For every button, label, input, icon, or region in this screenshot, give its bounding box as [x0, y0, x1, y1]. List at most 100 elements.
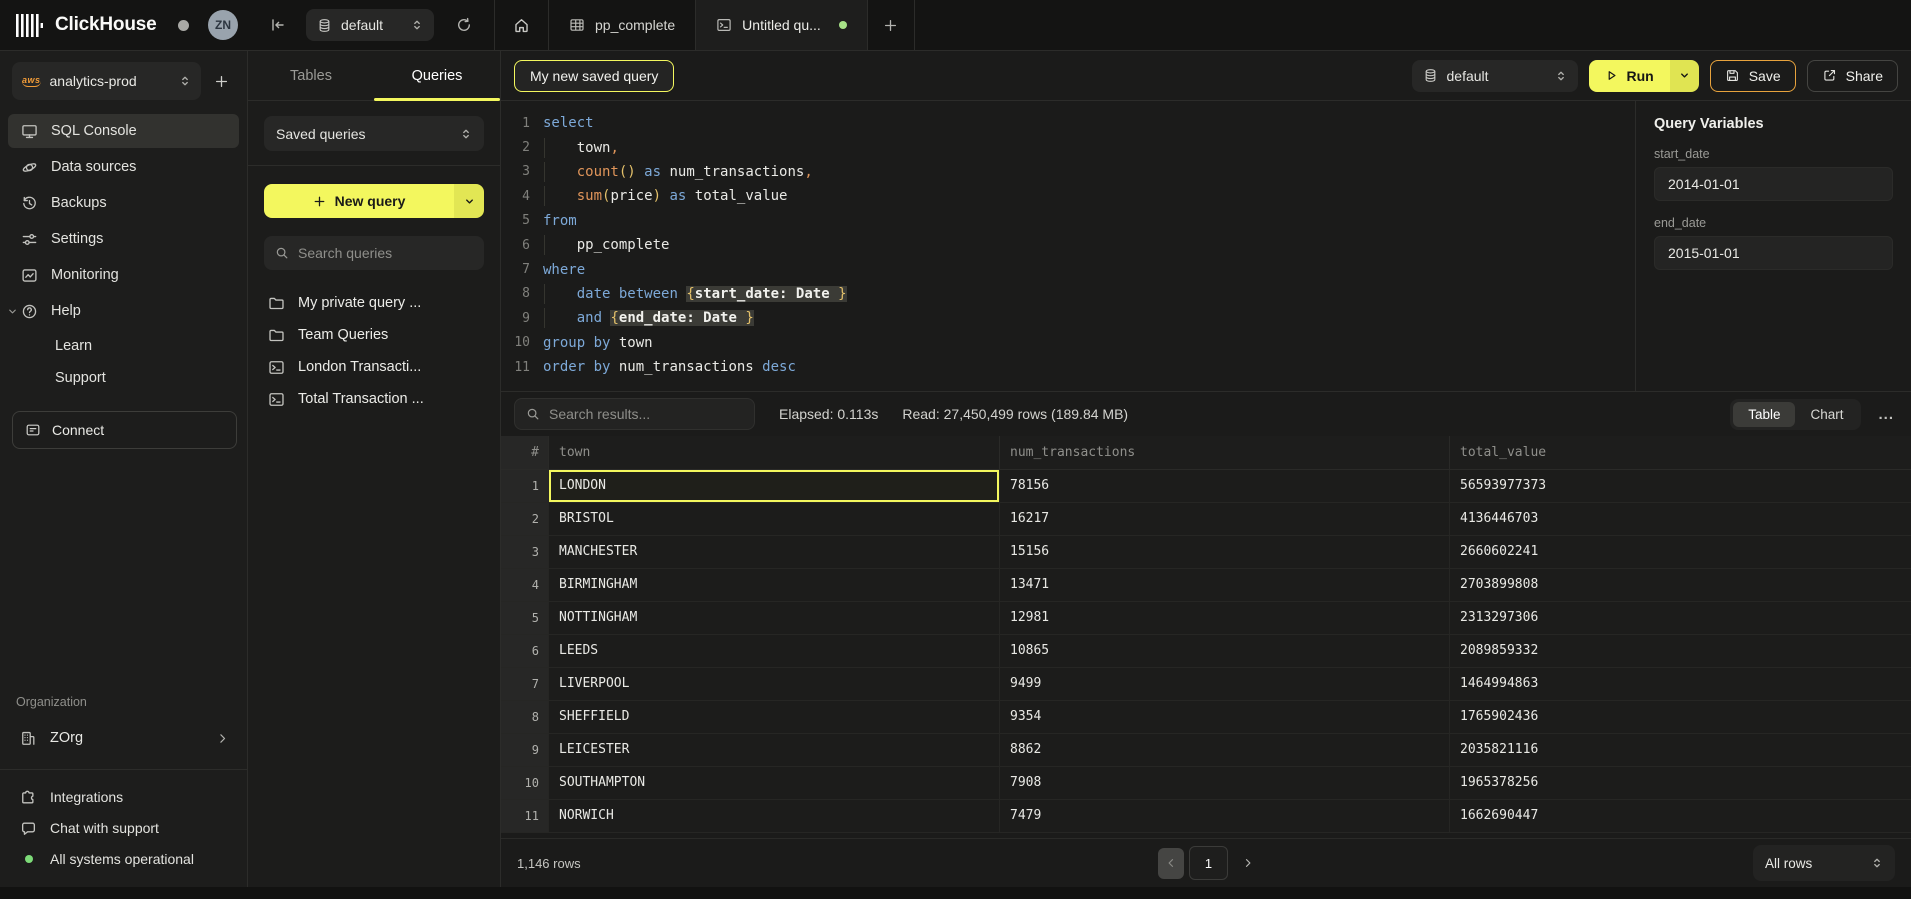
previous-page-button[interactable] — [1158, 848, 1184, 879]
saved-query-tab[interactable]: My new saved query — [514, 60, 674, 92]
run-main[interactable]: Run — [1589, 60, 1670, 92]
sidebar-footer-all-systems-operational[interactable]: All systems operational — [8, 844, 239, 874]
table-cell[interactable]: NOTTINGHAM — [549, 602, 1000, 635]
avatar[interactable]: ZN — [208, 10, 238, 40]
column-header-total-value[interactable]: total_value — [1450, 436, 1911, 470]
table-cell[interactable]: BRISTOL — [549, 503, 1000, 536]
table-cell[interactable]: 9354 — [1000, 701, 1450, 734]
code-line-1[interactable]: 1select — [501, 111, 1635, 135]
page-size-select[interactable]: All rows — [1753, 845, 1895, 881]
row-index[interactable]: 10 — [501, 767, 549, 800]
sidebar-item-data-sources[interactable]: Data sources — [8, 150, 239, 184]
collapse-sidebar-icon[interactable] — [260, 7, 296, 43]
page-number-input[interactable] — [1189, 846, 1228, 880]
more-options-icon[interactable]: ... — [1874, 406, 1898, 423]
saved-query-total-transaction[interactable]: Total Transaction ... — [264, 383, 484, 415]
column-header-town[interactable]: town — [549, 436, 1000, 470]
sidebar-item-backups[interactable]: Backups — [8, 186, 239, 220]
code-line-5[interactable]: 5from — [501, 209, 1635, 233]
saved-queries-filter-select[interactable]: Saved queries — [264, 116, 484, 151]
table-cell[interactable]: LIVERPOOL — [549, 668, 1000, 701]
run-dropdown[interactable] — [1670, 60, 1699, 92]
code-line-9[interactable]: 9 and {end_date: Date } — [501, 306, 1635, 330]
topbar-database-selector[interactable]: default — [306, 9, 434, 41]
sidebar-item-sql-console[interactable]: SQL Console — [8, 114, 239, 148]
search-queries-input[interactable] — [298, 245, 473, 261]
sidebar-subitem-learn[interactable]: Learn — [8, 330, 239, 361]
clickhouse-logo-icon[interactable] — [16, 14, 43, 37]
table-cell[interactable]: LEICESTER — [549, 734, 1000, 767]
table-cell[interactable]: BIRMINGHAM — [549, 569, 1000, 602]
selected-cell[interactable]: LONDON — [549, 470, 1000, 503]
home-icon[interactable] — [495, 0, 549, 50]
organization-item[interactable]: ZOrg — [8, 721, 239, 755]
code-line-4[interactable]: 4 sum(price) as total_value — [501, 184, 1635, 208]
table-cell[interactable]: 1464994863 — [1450, 668, 1911, 701]
table-cell[interactable]: NORWICH — [549, 800, 1000, 833]
end-date-field[interactable] — [1654, 236, 1893, 270]
code-line-3[interactable]: 3 count() as num_transactions, — [501, 160, 1635, 184]
table-cell[interactable]: 2660602241 — [1450, 536, 1911, 569]
new-query-main[interactable]: New query — [264, 184, 454, 218]
row-index[interactable]: 3 — [501, 536, 549, 569]
table-cell[interactable]: 10865 — [1000, 635, 1450, 668]
column-header-num-transactions[interactable]: num_transactions — [1000, 436, 1450, 470]
tab-tables[interactable]: Tables — [248, 51, 374, 100]
saved-query-london-transacti[interactable]: London Transacti... — [264, 351, 484, 383]
saved-query-my-private-query[interactable]: My private query ... — [264, 287, 484, 319]
share-button[interactable]: Share — [1807, 60, 1898, 92]
table-cell[interactable]: 1965378256 — [1450, 767, 1911, 800]
code-line-2[interactable]: 2 town, — [501, 135, 1635, 159]
tab-queries[interactable]: Queries — [374, 51, 500, 100]
table-cell[interactable]: 56593977373 — [1450, 470, 1911, 503]
row-index[interactable]: 7 — [501, 668, 549, 701]
table-cell[interactable]: 78156 — [1000, 470, 1450, 503]
code-line-6[interactable]: 6 pp_complete — [501, 233, 1635, 257]
table-cell[interactable]: 12981 — [1000, 602, 1450, 635]
table-cell[interactable]: SHEFFIELD — [549, 701, 1000, 734]
code-line-8[interactable]: 8 date between {start_date: Date } — [501, 282, 1635, 306]
table-cell[interactable]: LEEDS — [549, 635, 1000, 668]
new-tab-button[interactable] — [868, 0, 915, 50]
table-cell[interactable]: MANCHESTER — [549, 536, 1000, 569]
table-cell[interactable]: 16217 — [1000, 503, 1450, 536]
sidebar-item-settings[interactable]: Settings — [8, 222, 239, 256]
row-index[interactable]: 8 — [501, 701, 549, 734]
view-chart-button[interactable]: Chart — [1795, 402, 1858, 427]
column-header-index[interactable]: # — [501, 436, 549, 470]
connect-button[interactable]: Connect — [12, 411, 237, 449]
table-cell[interactable]: 2089859332 — [1450, 635, 1911, 668]
sql-editor[interactable]: 1select2 town,3 count() as num_transacti… — [501, 101, 1635, 391]
row-index[interactable]: 1 — [501, 470, 549, 503]
table-cell[interactable]: 13471 — [1000, 569, 1450, 602]
sidebar-subitem-support[interactable]: Support — [8, 362, 239, 393]
row-index[interactable]: 11 — [501, 800, 549, 833]
table-cell[interactable]: 1662690447 — [1450, 800, 1911, 833]
start-date-field[interactable] — [1654, 167, 1893, 201]
sidebar-footer-integrations[interactable]: Integrations — [8, 782, 239, 812]
table-cell[interactable]: 8862 — [1000, 734, 1450, 767]
tab-untitled-query[interactable]: Untitled qu... — [696, 0, 868, 50]
table-cell[interactable]: 1765902436 — [1450, 701, 1911, 734]
save-button[interactable]: Save — [1710, 60, 1796, 92]
table-cell[interactable]: 2313297306 — [1450, 602, 1911, 635]
table-cell[interactable]: 2703899808 — [1450, 569, 1911, 602]
sidebar-item-help[interactable]: Help — [8, 294, 239, 328]
view-table-button[interactable]: Table — [1733, 402, 1795, 427]
code-line-7[interactable]: 7where — [501, 257, 1635, 281]
run-database-selector[interactable]: default — [1412, 60, 1578, 92]
sidebar-footer-chat-with-support[interactable]: Chat with support — [8, 813, 239, 843]
search-results-input[interactable] — [549, 406, 743, 422]
new-query-button[interactable]: New query — [264, 184, 484, 218]
code-line-10[interactable]: 10group by town — [501, 331, 1635, 355]
row-index[interactable]: 2 — [501, 503, 549, 536]
row-index[interactable]: 4 — [501, 569, 549, 602]
saved-query-team-queries[interactable]: Team Queries — [264, 319, 484, 351]
add-service-button[interactable] — [203, 63, 239, 99]
run-button[interactable]: Run — [1589, 60, 1699, 92]
row-index[interactable]: 6 — [501, 635, 549, 668]
new-query-dropdown[interactable] — [454, 184, 484, 218]
table-cell[interactable]: 2035821116 — [1450, 734, 1911, 767]
refresh-icon[interactable] — [446, 7, 482, 43]
code-line-11[interactable]: 11order by num_transactions desc — [501, 355, 1635, 379]
